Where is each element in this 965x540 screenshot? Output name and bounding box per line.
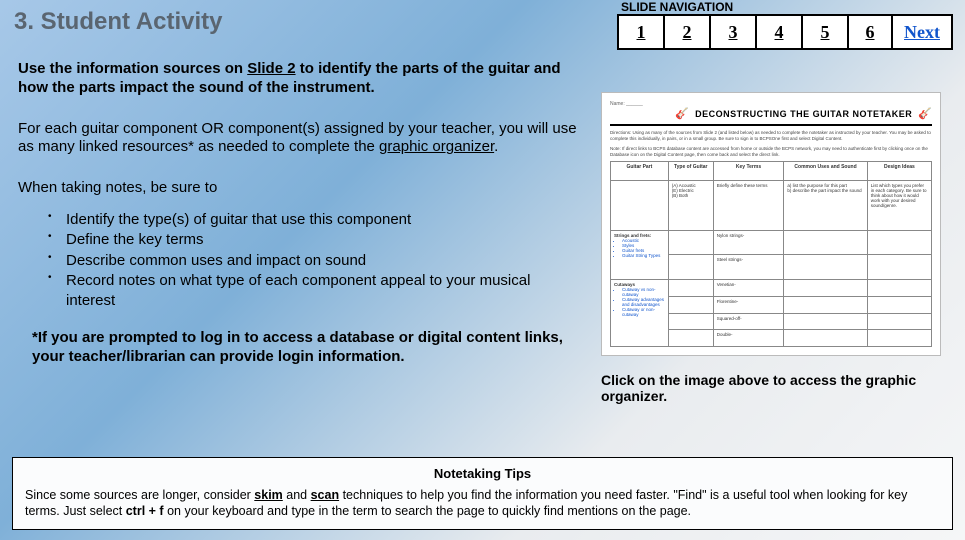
graphic-organizer-link[interactable]: graphic organizer — [379, 138, 494, 155]
bullet-item: Describe common uses and impact on sound — [48, 251, 578, 271]
login-footnote: *If you are prompted to log in to access… — [32, 329, 568, 367]
nav-slide-4[interactable]: 4 — [755, 14, 801, 50]
td: List which types you prefer in each cate… — [867, 180, 931, 230]
nav-slide-3[interactable]: 3 — [709, 14, 755, 50]
notetaker-preview: Name: ______ 🎸 DECONSTRUCTING THE GUITAR… — [601, 92, 941, 356]
td: Cutaways Cutaway vs non-cutaway Cutaway … — [611, 280, 669, 347]
tips-post: on your keyboard and type in the term to… — [164, 504, 691, 518]
td — [668, 313, 713, 330]
tips-mid1: and — [283, 488, 311, 502]
table-header-row: Guitar Part Type of Guitar Key Terms Com… — [611, 162, 932, 180]
td: Double- — [713, 330, 784, 347]
para2-post: . — [494, 138, 498, 155]
slide-navigation: SLIDE NAVIGATION 1 2 3 4 5 6 Next — [617, 0, 953, 50]
th: Type of Guitar — [668, 162, 713, 180]
guitar-icon: 🎸 — [675, 107, 689, 120]
graphic-organizer-thumbnail[interactable]: Name: ______ 🎸 DECONSTRUCTING THE GUITAR… — [601, 92, 941, 356]
bullet-list: Identify the type(s) of guitar that use … — [48, 210, 578, 311]
thumb-header: 🎸 DECONSTRUCTING THE GUITAR NOTETAKER 🎸 — [610, 107, 932, 126]
td — [867, 255, 931, 280]
td — [784, 313, 867, 330]
notetaker-table: Guitar Part Type of Guitar Key Terms Com… — [610, 161, 932, 347]
td — [784, 280, 867, 297]
td — [867, 230, 931, 255]
td: Strings and frets: Acoustic Styles Guita… — [611, 230, 669, 280]
td — [611, 180, 669, 230]
link-item: Cutaway advantages and disadvantages — [622, 297, 665, 307]
slide: 3. Student Activity SLIDE NAVIGATION 1 2… — [0, 0, 965, 540]
table-row: Cutaways Cutaway vs non-cutaway Cutaway … — [611, 280, 932, 297]
tips-pre: Since some sources are longer, consider — [25, 488, 254, 502]
guitar-icon: 🎸 — [918, 107, 932, 120]
tips-title: Notetaking Tips — [25, 466, 940, 481]
page-title: 3. Student Activity — [14, 8, 222, 36]
table-row: (A) Acoustic (E) Electric (B) Both Brief… — [611, 180, 932, 230]
td — [668, 230, 713, 255]
td — [867, 313, 931, 330]
notes-lead: When taking notes, be sure to — [18, 179, 578, 196]
th: Design Ideas — [867, 162, 931, 180]
thumb-note: Note: If direct links to BCPS database c… — [610, 146, 932, 158]
notetaking-tips-box: Notetaking Tips Since some sources are l… — [12, 457, 953, 531]
thumbnail-caption: Click on the image above to access the g… — [601, 372, 941, 404]
link-item: Cutaway or non-cutaway — [622, 307, 665, 317]
ctrl-f-text: ctrl + f — [126, 504, 164, 518]
td: Venetian- — [713, 280, 784, 297]
nav-next-button[interactable]: Next — [891, 14, 953, 50]
td — [668, 280, 713, 297]
td: Briefly define these terms — [713, 180, 784, 230]
nav-slide-1[interactable]: 1 — [617, 14, 663, 50]
td — [867, 297, 931, 314]
link-item: Cutaway vs non-cutaway — [622, 287, 665, 297]
main-content: Use the information sources on Slide 2 t… — [18, 60, 578, 367]
part-label: Strings and frets: — [614, 233, 651, 238]
td: Squared-off- — [713, 313, 784, 330]
td — [867, 330, 931, 347]
th: Common Uses and Sound — [784, 162, 867, 180]
td — [784, 230, 867, 255]
nav-slide-2[interactable]: 2 — [663, 14, 709, 50]
skim-link[interactable]: skim — [254, 488, 283, 502]
bullet-item: Define the key terms — [48, 230, 578, 250]
td — [668, 297, 713, 314]
nav-label: SLIDE NAVIGATION — [617, 0, 953, 14]
nav-slide-5[interactable]: 5 — [801, 14, 847, 50]
td — [867, 280, 931, 297]
td: (A) Acoustic (E) Electric (B) Both — [668, 180, 713, 230]
td: Steel strings- — [713, 255, 784, 280]
nav-slide-6[interactable]: 6 — [847, 14, 893, 50]
link-item: Guitar String Types — [622, 253, 665, 258]
nav-row: 1 2 3 4 5 6 Next — [617, 14, 953, 50]
intro-text-pre: Use the information sources on — [18, 60, 247, 77]
td — [784, 255, 867, 280]
th: Guitar Part — [611, 162, 669, 180]
instruction-paragraph: For each guitar component OR component(s… — [18, 120, 578, 158]
td: a) list the purpose for this part b) des… — [784, 180, 867, 230]
td: Nylon strings- — [713, 230, 784, 255]
scan-link[interactable]: scan — [311, 488, 340, 502]
td — [784, 330, 867, 347]
thumb-title: DECONSTRUCTING THE GUITAR NOTETAKER — [695, 109, 912, 119]
td — [784, 297, 867, 314]
tips-body: Since some sources are longer, consider … — [25, 487, 940, 520]
slide-2-link[interactable]: Slide 2 — [247, 60, 295, 77]
td: Florentine- — [713, 297, 784, 314]
bullet-item: Identify the type(s) of guitar that use … — [48, 210, 578, 230]
intro-paragraph: Use the information sources on Slide 2 t… — [18, 60, 578, 98]
thumb-directions: Directions: Using as many of the sources… — [610, 130, 932, 142]
bullet-item: Record notes on what type of each compon… — [48, 271, 578, 312]
td — [668, 330, 713, 347]
th: Key Terms — [713, 162, 784, 180]
td — [668, 255, 713, 280]
table-row: Strings and frets: Acoustic Styles Guita… — [611, 230, 932, 255]
